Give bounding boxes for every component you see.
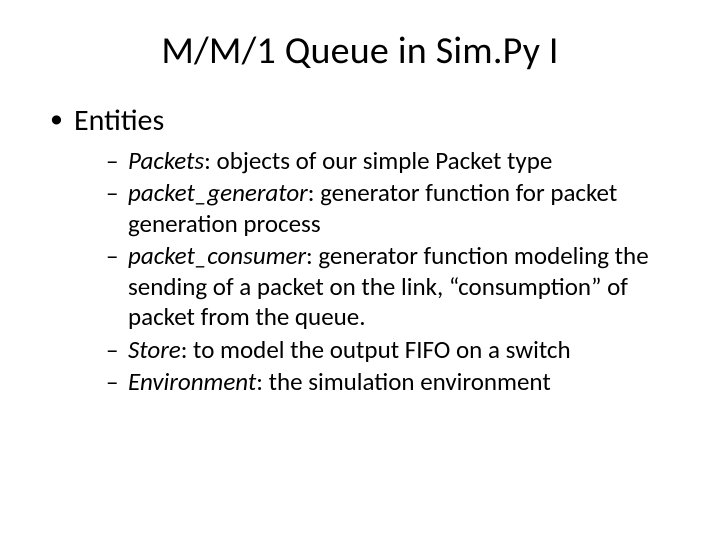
list-item: Store: to model the output FIFO on a swi… xyxy=(106,335,672,366)
item-desc: : to model the output FIFO on a switch xyxy=(181,334,571,365)
list-item: packet_consumer: generator function mode… xyxy=(106,241,672,333)
item-desc: : objects of our simple Packet type xyxy=(204,145,552,176)
item-term: Packets xyxy=(128,145,204,176)
slide: M/M/1 Queue in Sim.Py I Entities Packets… xyxy=(0,0,720,540)
entities-list: Packets: objects of our simple Packet ty… xyxy=(48,146,672,398)
slide-title: M/M/1 Queue in Sim.Py I xyxy=(48,28,672,74)
section-heading: Entities xyxy=(48,102,672,140)
list-item: Environment: the simulation environment xyxy=(106,367,672,398)
item-term: Environment xyxy=(128,366,256,397)
item-term: packet_consumer xyxy=(128,240,306,271)
list-item: packet_generator: generator function for… xyxy=(106,178,672,239)
item-term: Store xyxy=(128,334,181,365)
item-term: packet_generator xyxy=(128,177,308,208)
item-desc: : the simulation environment xyxy=(256,366,550,397)
list-item: Packets: objects of our simple Packet ty… xyxy=(106,146,672,177)
